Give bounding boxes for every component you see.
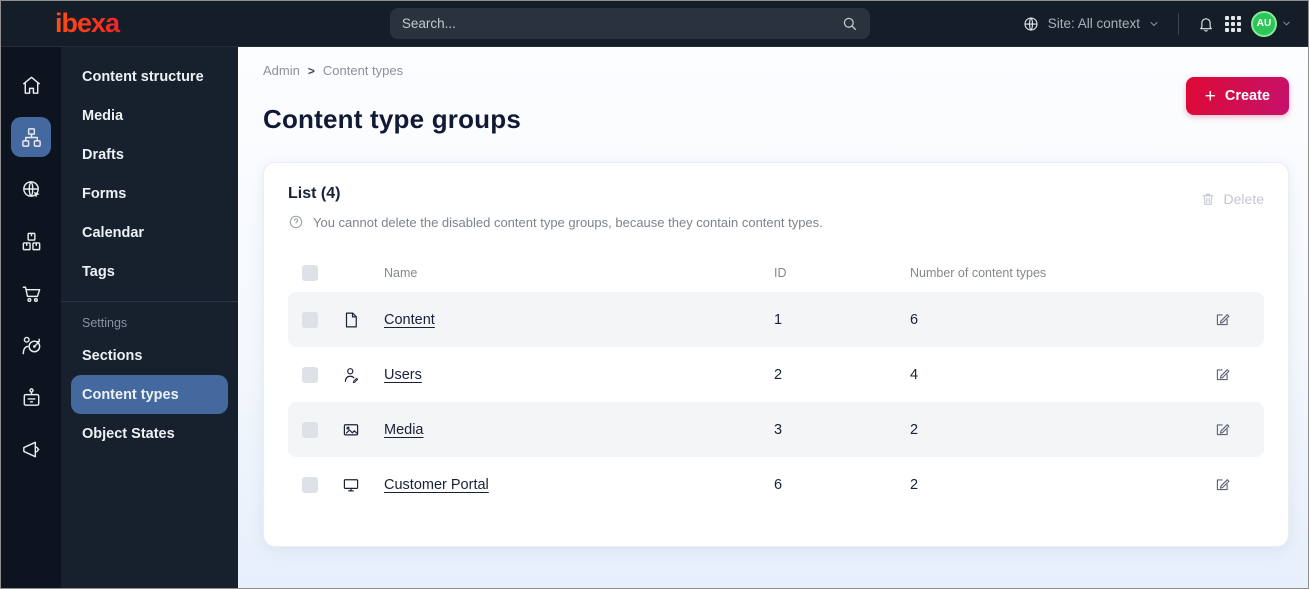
content-structure-icon[interactable] xyxy=(11,117,51,157)
list-count-title: List (4) xyxy=(288,185,341,202)
products-icon[interactable] xyxy=(11,221,51,261)
table-row: Customer Portal 6 2 xyxy=(288,457,1264,512)
group-count: 6 xyxy=(910,311,919,328)
monitor-icon xyxy=(342,476,384,494)
group-count: 2 xyxy=(910,421,919,438)
card-hint: You cannot delete the disabled content t… xyxy=(288,214,823,230)
trash-icon xyxy=(1200,191,1216,207)
edit-icon[interactable] xyxy=(1210,472,1250,497)
icon-rail xyxy=(1,47,61,588)
group-link[interactable]: Users xyxy=(384,367,774,383)
home-icon[interactable] xyxy=(11,65,51,105)
search-input[interactable] xyxy=(401,16,841,31)
column-header-name: Name xyxy=(384,266,418,280)
breadcrumb-content-types: Content types xyxy=(322,63,404,78)
topbar-divider xyxy=(1178,12,1179,35)
sidebar-item-object-states[interactable]: Object States xyxy=(61,414,238,453)
group-id: 2 xyxy=(774,366,783,383)
edit-icon[interactable] xyxy=(1210,307,1250,332)
group-link[interactable]: Media xyxy=(384,422,774,438)
row-checkbox[interactable] xyxy=(302,311,318,328)
group-id: 1 xyxy=(774,311,783,328)
campaigns-megaphone-icon[interactable] xyxy=(11,429,51,469)
group-count: 4 xyxy=(910,366,919,383)
sidebar-item-media[interactable]: Media xyxy=(61,96,238,135)
group-link[interactable]: Customer Portal xyxy=(384,477,774,493)
table-header-row: Name ID Number of content types xyxy=(288,254,1264,292)
app-switcher-grid-icon[interactable] xyxy=(1225,15,1241,32)
row-checkbox[interactable] xyxy=(302,366,318,383)
search-icon[interactable] xyxy=(841,15,858,32)
page-heading-block: Admin > Content types Content type group… xyxy=(263,63,521,135)
sidebar-menu: Content structure Media Drafts Forms Cal… xyxy=(61,47,238,588)
select-all-checkbox[interactable] xyxy=(302,265,318,281)
admin-badge-icon[interactable] xyxy=(11,377,51,417)
sidebar-item-content-types[interactable]: Content types xyxy=(71,375,228,414)
row-checkbox[interactable] xyxy=(302,421,318,438)
create-button[interactable]: + Create xyxy=(1185,77,1289,115)
card-header-left: List (4) You cannot delete the disabled … xyxy=(288,185,823,230)
table-row: Media 3 2 xyxy=(288,402,1264,457)
site-context-label: Site: All context xyxy=(1047,16,1140,31)
avatar[interactable]: AU xyxy=(1251,10,1277,37)
sidebar-item-calendar[interactable]: Calendar xyxy=(61,213,238,252)
personalization-icon[interactable] xyxy=(11,325,51,365)
delete-button[interactable]: Delete xyxy=(1200,191,1264,207)
sidebar-item-forms[interactable]: Forms xyxy=(61,174,238,213)
question-circle-icon xyxy=(288,214,304,230)
menu-divider xyxy=(61,301,238,302)
create-button-label: Create xyxy=(1224,88,1270,104)
app-window: ibexa Site: All context xyxy=(0,0,1309,589)
image-icon xyxy=(342,421,384,439)
chevron-down-icon xyxy=(1148,18,1160,30)
topbar-center xyxy=(238,8,1022,39)
global-search[interactable] xyxy=(389,8,870,39)
topbar-right: Site: All context AU xyxy=(1022,10,1308,37)
commerce-cart-icon[interactable] xyxy=(11,273,51,313)
chevron-down-icon xyxy=(1281,18,1292,29)
main-content: Admin > Content types Content type group… xyxy=(238,47,1308,588)
topbar: ibexa Site: All context xyxy=(1,1,1308,47)
ibexa-logo[interactable]: ibexa xyxy=(55,10,238,37)
site-context-selector[interactable]: Site: All context xyxy=(1022,15,1160,33)
globe-icon xyxy=(1022,15,1040,33)
breadcrumb: Admin > Content types xyxy=(263,63,521,78)
table-row: Content 1 6 xyxy=(288,292,1264,347)
breadcrumb-admin[interactable]: Admin xyxy=(263,63,300,78)
sidebar-item-content-structure[interactable]: Content structure xyxy=(61,57,238,96)
sidebar-item-tags[interactable]: Tags xyxy=(61,252,238,291)
group-count: 2 xyxy=(910,476,919,493)
user-menu[interactable]: AU xyxy=(1251,10,1292,37)
column-header-id: ID xyxy=(774,266,787,280)
edit-icon[interactable] xyxy=(1210,417,1250,442)
card-hint-text: You cannot delete the disabled content t… xyxy=(313,214,823,230)
menu-section-settings: Settings xyxy=(82,316,128,330)
file-icon xyxy=(342,311,384,329)
row-checkbox[interactable] xyxy=(302,476,318,493)
notifications-bell-icon[interactable] xyxy=(1197,15,1215,33)
user-icon xyxy=(342,366,384,384)
delete-button-label: Delete xyxy=(1223,191,1264,207)
plus-icon: + xyxy=(1204,85,1216,107)
sidebar-item-drafts[interactable]: Drafts xyxy=(61,135,238,174)
content-type-groups-card: List (4) You cannot delete the disabled … xyxy=(263,162,1289,547)
content-type-groups-table: Name ID Number of content types Content … xyxy=(288,254,1264,512)
table-row: Users 2 4 xyxy=(288,347,1264,402)
group-link[interactable]: Content xyxy=(384,312,774,328)
logo-container: ibexa xyxy=(1,10,238,37)
group-id: 3 xyxy=(774,421,783,438)
sidebar-item-sections[interactable]: Sections xyxy=(61,336,238,375)
group-id: 6 xyxy=(774,476,783,493)
edit-icon[interactable] xyxy=(1210,362,1250,387)
site-icon[interactable] xyxy=(11,169,51,209)
page-title: Content type groups xyxy=(263,104,522,134)
breadcrumb-separator: > xyxy=(307,63,315,78)
column-header-count: Number of content types xyxy=(910,266,1047,280)
